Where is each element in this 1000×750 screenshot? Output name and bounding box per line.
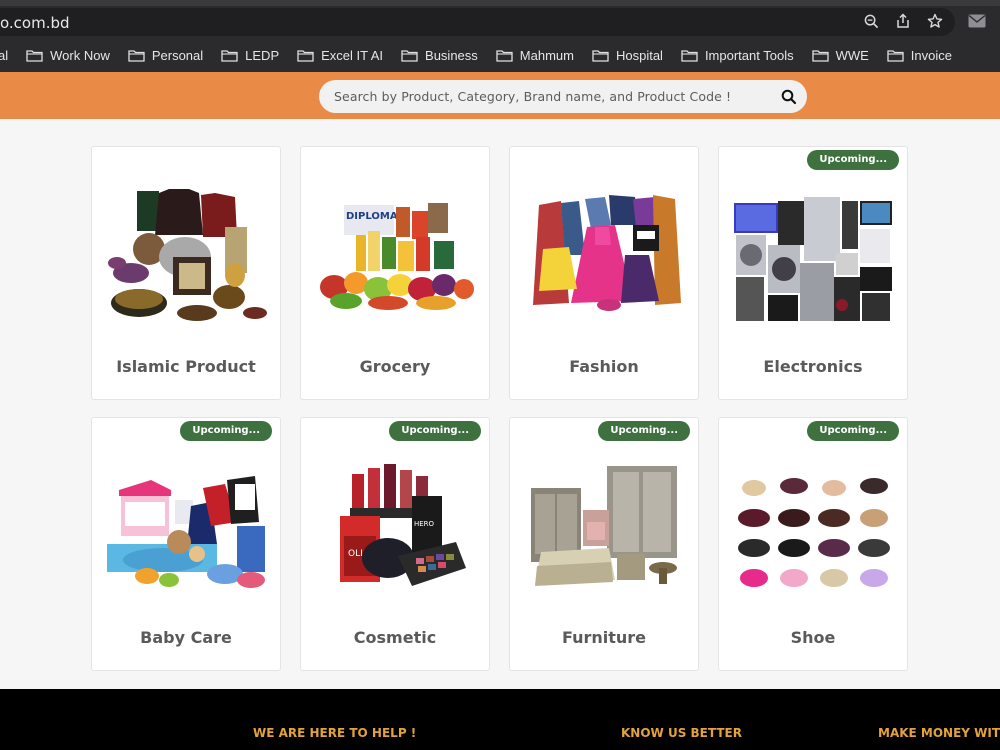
bookmarks-bar: al Work Now Personal LEDP Excel IT AI Bu… bbox=[0, 44, 970, 66]
bookmark-item[interactable]: LEDP bbox=[221, 48, 279, 63]
footer-heading-help: WE ARE HERE TO HELP ! bbox=[253, 726, 417, 740]
search-bar bbox=[319, 80, 807, 113]
address-bar[interactable] bbox=[0, 8, 955, 36]
category-card-islamic-product[interactable]: Islamic Product bbox=[91, 146, 281, 400]
address-bar-actions bbox=[862, 12, 944, 30]
bookmark-label: al bbox=[0, 47, 9, 63]
zoom-icon[interactable] bbox=[862, 12, 880, 30]
bookmark-label: Business bbox=[425, 47, 478, 63]
svg-text:OLI: OLI bbox=[348, 549, 363, 559]
fashion-image bbox=[533, 195, 681, 311]
category-title: Baby Care bbox=[140, 628, 232, 647]
grocery-image: DIPLOMA bbox=[320, 203, 474, 310]
category-title: Furniture bbox=[561, 628, 647, 647]
upcoming-badge: Upcoming... bbox=[807, 421, 899, 441]
category-title: Electronics bbox=[763, 357, 863, 376]
site-header bbox=[0, 72, 1000, 119]
folder-icon bbox=[681, 49, 698, 62]
category-card-furniture[interactable]: Upcoming... Furniture bbox=[509, 417, 699, 671]
footer-heading-make-money: MAKE MONEY WITH U bbox=[878, 726, 1000, 740]
category-card-grocery[interactable]: DIPLOMA Grocery bbox=[300, 146, 490, 400]
category-title: Shoe bbox=[790, 628, 836, 647]
bookmark-item[interactable]: Work Now bbox=[26, 48, 110, 63]
folder-icon bbox=[811, 49, 829, 62]
category-grid: Islamic Product DIPLOMA Grocery Fashion … bbox=[0, 119, 1000, 689]
category-card-shoe[interactable]: Upcoming... Shoe bbox=[718, 417, 908, 671]
electronics-image bbox=[734, 197, 892, 321]
bookmark-item[interactable]: Hospital bbox=[592, 48, 663, 63]
category-title: Islamic Product bbox=[116, 357, 256, 376]
svg-text:DIPLOMA: DIPLOMA bbox=[346, 211, 398, 222]
folder-icon bbox=[401, 49, 418, 62]
furniture-image bbox=[531, 466, 677, 586]
bookmark-label: Excel IT AI bbox=[321, 47, 384, 63]
shoe-image bbox=[738, 478, 890, 587]
bookmark-label: Work Now bbox=[50, 47, 110, 63]
footer-heading-know-us: KNOW US BETTER bbox=[621, 726, 742, 740]
folder-icon bbox=[592, 49, 609, 62]
bookmark-item[interactable]: Excel IT AI bbox=[297, 48, 383, 63]
islamic-product-image bbox=[108, 189, 267, 321]
upcoming-badge: Upcoming... bbox=[807, 150, 899, 170]
category-card-fashion[interactable]: Fashion bbox=[509, 146, 699, 400]
folder-icon bbox=[221, 49, 238, 62]
bookmark-label: Hospital bbox=[615, 47, 663, 63]
share-icon[interactable] bbox=[894, 12, 912, 30]
category-title: Grocery bbox=[359, 357, 431, 376]
upcoming-badge: Upcoming... bbox=[389, 421, 481, 441]
search-input[interactable] bbox=[334, 80, 774, 113]
tab-strip-edge bbox=[0, 0, 1000, 6]
baby-care-image bbox=[107, 476, 265, 588]
folder-icon bbox=[297, 49, 314, 62]
svg-text:HERO: HERO bbox=[414, 520, 435, 528]
bookmark-label: Important Tools bbox=[704, 47, 794, 63]
url-text[interactable]: o.com.bd bbox=[0, 14, 70, 32]
folder-icon bbox=[26, 49, 43, 62]
mail-icon[interactable] bbox=[968, 14, 986, 28]
bookmark-item[interactable]: Invoice bbox=[887, 48, 952, 63]
site-footer: WE ARE HERE TO HELP ! KNOW US BETTER MAK… bbox=[0, 689, 1000, 750]
search-icon[interactable] bbox=[781, 89, 797, 105]
category-card-baby-care[interactable]: Upcoming... Baby Care bbox=[91, 417, 281, 671]
folder-icon bbox=[887, 49, 904, 62]
bookmark-item[interactable]: Personal bbox=[128, 48, 203, 63]
category-title: Fashion bbox=[569, 357, 639, 376]
category-card-cosmetic[interactable]: Upcoming... OLI HERO Cosmetic bbox=[300, 417, 490, 671]
bookmark-label: WWE bbox=[835, 47, 869, 63]
bookmark-label: Mahmum bbox=[519, 47, 574, 63]
star-bookmark-icon[interactable] bbox=[926, 12, 944, 30]
cosmetic-image: OLI HERO bbox=[340, 464, 466, 586]
bookmark-item[interactable]: al bbox=[0, 48, 8, 63]
category-card-electronics[interactable]: Upcoming... Electronics bbox=[718, 146, 908, 400]
category-title: Cosmetic bbox=[353, 628, 437, 647]
folder-icon bbox=[128, 49, 145, 62]
bookmark-label: Personal bbox=[151, 47, 204, 63]
bookmark-label: LEDP bbox=[245, 47, 280, 63]
bookmark-item[interactable]: WWE bbox=[811, 47, 869, 63]
bookmark-item[interactable]: Mahmum bbox=[496, 48, 574, 63]
bookmark-label: Invoice bbox=[910, 47, 952, 63]
folder-icon bbox=[496, 49, 513, 62]
upcoming-badge: Upcoming... bbox=[598, 421, 690, 441]
bookmark-item[interactable]: Important Tools bbox=[681, 48, 794, 63]
browser-chrome: o.com.bd al Work Now Personal LEDP Excel… bbox=[0, 0, 1000, 72]
bookmark-item[interactable]: Business bbox=[401, 48, 478, 63]
upcoming-badge: Upcoming... bbox=[180, 421, 272, 441]
